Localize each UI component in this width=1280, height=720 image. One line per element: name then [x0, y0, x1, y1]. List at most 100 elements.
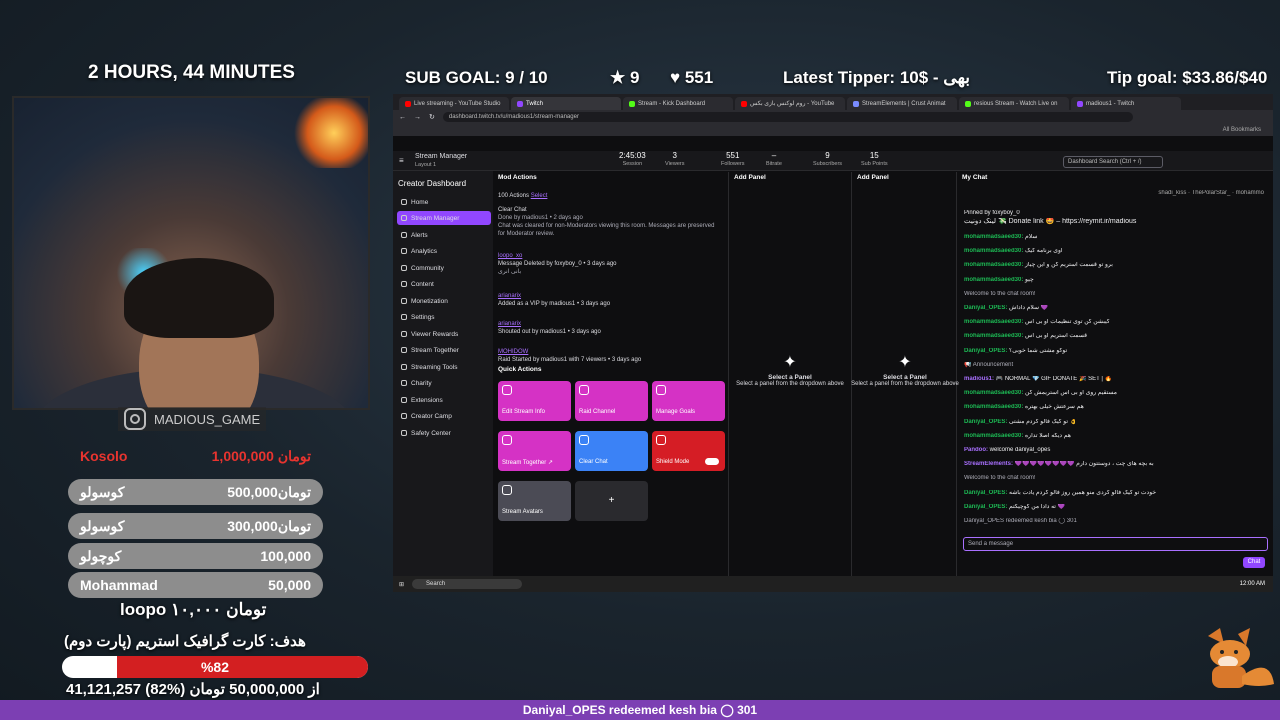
quick-action-manage-goals[interactable]: Manage Goals — [652, 381, 725, 421]
chat-username[interactable]: madious1: — [964, 376, 994, 382]
browser-tab[interactable]: Live streaming - YouTube Studio — [399, 97, 509, 110]
sidebar-item-home[interactable]: Home — [397, 195, 491, 209]
chat-user[interactable]: shadi_kiss — [1158, 190, 1186, 196]
chat-message[interactable]: madious1: 🎮 NORMAL 💎 GIF DONATE 🎉 SET | … — [964, 376, 1264, 383]
chat-username[interactable]: Daniyal_OPES: — [964, 490, 1007, 496]
chat-message[interactable]: Daniyal_OPES: ته دادا من کوچیکتم 💜 — [964, 504, 1264, 511]
monetization-icon — [401, 298, 407, 304]
chat-message[interactable]: Daniyal_OPES: توکو مشتی شما خوبی؟ — [964, 348, 1264, 355]
quick-action-raid-channel[interactable]: Raid Channel — [575, 381, 648, 421]
chat-message[interactable]: Welcome to the chat room! — [964, 475, 1264, 482]
add-quick-action-button[interactable]: + — [575, 481, 648, 521]
chat-message[interactable]: mohammadsaeed30: قسمت استریم او بی اس — [964, 333, 1264, 340]
sidebar-item-safety-center[interactable]: Safety Center — [397, 426, 491, 440]
chat-message[interactable]: Daniyal_OPES: سلام داداش 💜 — [964, 305, 1264, 312]
dashboard-search[interactable]: Dashboard Search (Ctrl + /) — [1063, 156, 1163, 168]
stat-label: Viewers — [665, 161, 685, 167]
browser-tab-active[interactable]: Twitch — [511, 97, 621, 110]
sidebar-item-analytics[interactable]: Analytics — [397, 244, 491, 258]
chat-message[interactable]: StreamElements: 💜💜💜💜💜💜💜💜 به بچه های چت ،… — [964, 461, 1264, 468]
chat-username[interactable]: mohammadsaeed30: — [964, 319, 1023, 325]
chat-user[interactable]: ThePolarStar_ — [1192, 190, 1231, 196]
menu-icon[interactable]: ≡ — [399, 156, 404, 165]
pinned-message[interactable]: لینک دونیت 💸 Donate link 🤩 – https://rey… — [964, 218, 1264, 225]
chat-message[interactable]: Daniyal_OPES redeemed kesh bia ◯ 301 — [964, 518, 1264, 525]
browser-tab[interactable]: Stream - Kick Dashboard — [623, 97, 733, 110]
chat-username[interactable]: Daniyal_OPES: — [964, 419, 1007, 425]
chat-username[interactable]: Daniyal_OPES: — [964, 348, 1007, 354]
sidebar-item-monetization[interactable]: Monetization — [397, 294, 491, 308]
shield-toggle[interactable] — [705, 458, 719, 465]
sidebar-item-streaming-tools[interactable]: Streaming Tools — [397, 360, 491, 374]
chat-message[interactable]: mohammadsaeed30: چیو — [964, 277, 1264, 284]
chat-username[interactable]: mohammadsaeed30: — [964, 248, 1023, 254]
sidebar-item-settings[interactable]: Settings — [397, 310, 491, 324]
sidebar-item-content[interactable]: Content — [397, 277, 491, 291]
sidebar-item-stream-manager[interactable]: Stream Manager — [397, 211, 491, 225]
sidebar-item-charity[interactable]: Charity — [397, 376, 491, 390]
chat-message[interactable]: mohammadsaeed30: برو تو قسمت استریم کن و… — [964, 262, 1264, 269]
browser-tab[interactable]: madious1 - Twitch — [1071, 97, 1181, 110]
quick-action-clear-chat[interactable]: Clear Chat — [575, 431, 648, 471]
browser-tab[interactable]: resious Stream - Watch Live on — [959, 97, 1069, 110]
chat-text: اوی برنامه کیک — [1025, 248, 1063, 255]
chat-username[interactable]: mohammadsaeed30: — [964, 262, 1023, 268]
url-field[interactable]: dashboard.twitch.tv/u/madious1/stream-ma… — [442, 112, 1133, 122]
reload-icon[interactable]: ↻ — [429, 113, 435, 121]
sidebar-item-creator-camp[interactable]: Creator Camp — [397, 409, 491, 423]
add-panel-dropdown[interactable]: Add Panel — [734, 174, 766, 186]
forward-icon[interactable]: → — [414, 114, 421, 121]
browser-tab[interactable]: روم لوکنس بازی بکس - YouTube — [735, 97, 845, 110]
chat-message[interactable]: mohammadsaeed30: سلام — [964, 234, 1264, 241]
sidebar-item-stream-together[interactable]: Stream Together — [397, 343, 491, 357]
sidebar-item-extensions[interactable]: Extensions — [397, 393, 491, 407]
quick-action-stream-avatars[interactable]: Stream Avatars — [498, 481, 571, 521]
chat-message[interactable]: Daniyal_OPES: خودت تو کیک فالو کردی منو … — [964, 490, 1264, 497]
sidebar-item-viewer-rewards[interactable]: Viewer Rewards — [397, 327, 491, 341]
chat-send-button[interactable]: Chat — [1243, 557, 1265, 568]
mod-action-item[interactable]: MOHIDOW Raid Started by madious1 with 7 … — [498, 348, 723, 364]
add-panel-dropdown[interactable]: Add Panel — [857, 174, 889, 186]
quick-action-stream-together[interactable]: Stream Together ↗ — [498, 431, 571, 471]
pinned-by: Pinned by foxyboy_0 — [964, 210, 1020, 216]
chat-message[interactable]: 📢 Announcement — [964, 362, 1264, 369]
chat-message[interactable]: mohammadsaeed30: اوی برنامه کیک — [964, 248, 1264, 255]
select-link[interactable]: Select — [531, 193, 548, 199]
chat-username[interactable]: mohammadsaeed30: — [964, 433, 1023, 439]
chat-message[interactable]: mohammadsaeed30: هم دیگه اصلا تداره — [964, 433, 1264, 440]
sidebar-item-alerts[interactable]: Alerts — [397, 228, 491, 242]
chat-username[interactable]: Daniyal_OPES: — [964, 305, 1007, 311]
all-bookmarks[interactable]: All Bookmarks — [1223, 127, 1261, 133]
browser-tab[interactable]: StreamElements | Crust Animat — [847, 97, 957, 110]
quick-action-shield-mode[interactable]: Shield Mode — [652, 431, 725, 471]
chat-message[interactable]: mohammadsaeed30: هم سرعتش خیلی بهتره — [964, 404, 1264, 411]
chat-username[interactable]: Pandoo: — [964, 447, 988, 453]
chat-message[interactable]: mohammadsaeed30: مستقیم روی او بی اس است… — [964, 390, 1264, 397]
chat-username[interactable]: mohammadsaeed30: — [964, 277, 1023, 283]
chat-message[interactable]: Pandoo: welcome daniyal_opes — [964, 447, 1264, 454]
chat-username[interactable]: Daniyal_OPES: — [964, 504, 1007, 510]
chat-message[interactable]: mohammadsaeed30: کیبشن کن توی تنظیمات او… — [964, 319, 1264, 326]
chat-username[interactable]: mohammadsaeed30: — [964, 404, 1023, 410]
stream-manager-title[interactable]: Stream Manager Layout 1 — [415, 153, 467, 169]
quick-action-edit-stream-info[interactable]: Edit Stream Info — [498, 381, 571, 421]
mod-action-item[interactable]: arianarix Added as a VIP by madious1 • 3… — [498, 292, 723, 308]
chat-message[interactable]: Daniyal_OPES: تو کیک فالو کردم مشتی 👌 — [964, 419, 1264, 426]
chat-message[interactable]: Welcome to the chat room! — [964, 291, 1264, 298]
tab-label: روم لوکنس بازی بکس - YouTube — [750, 101, 835, 107]
sidebar-item-community[interactable]: Community — [397, 261, 491, 275]
mod-action-item[interactable]: arianarix Shouted out by madious1 • 3 da… — [498, 320, 723, 336]
mod-action-item[interactable]: loopo_xo Message Deleted by foxyboy_0 • … — [498, 252, 723, 276]
chat-user[interactable]: mohammo — [1236, 190, 1264, 196]
windows-start-icon[interactable]: ⊞ — [399, 581, 404, 588]
chat-username[interactable]: StreamElements: — [964, 461, 1013, 467]
taskbar-search[interactable]: Search — [412, 579, 523, 589]
back-icon[interactable]: ← — [399, 114, 406, 121]
stream-timer: 2 HOURS, 44 MINUTES — [88, 62, 295, 83]
taskbar-clock: 12:00 AM — [1239, 581, 1265, 587]
mod-action-item[interactable]: Clear Chat Done by madious1 • 2 days ago… — [498, 206, 723, 238]
chat-username[interactable]: mohammadsaeed30: — [964, 390, 1023, 396]
chat-input[interactable]: Send a message — [963, 537, 1268, 551]
chat-username[interactable]: mohammadsaeed30: — [964, 234, 1023, 240]
chat-username[interactable]: mohammadsaeed30: — [964, 333, 1023, 339]
